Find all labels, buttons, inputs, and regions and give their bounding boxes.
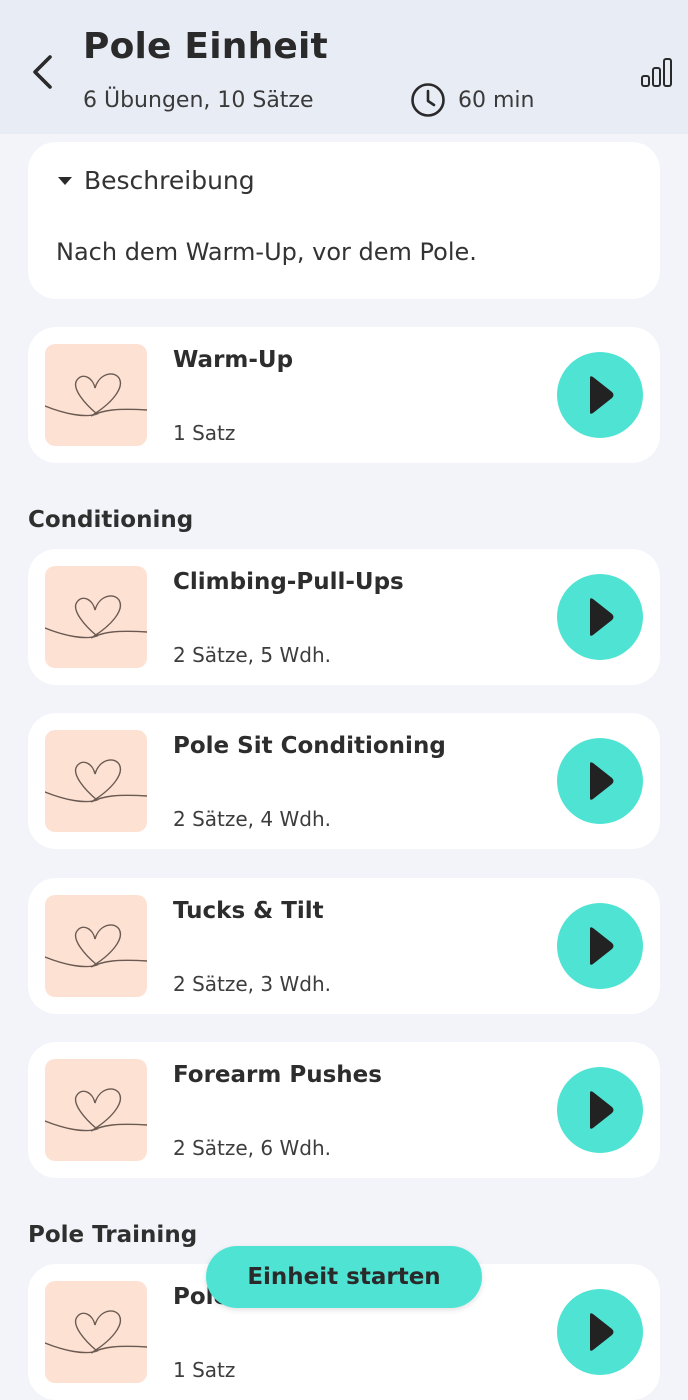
exercise-meta: 1 Satz (173, 1358, 236, 1382)
heart-line-icon (45, 1088, 147, 1132)
chevron-left-icon (33, 55, 52, 89)
exercise-card-tucks-and-tilt[interactable]: Tucks & Tilt 2 Sätze, 3 Wdh. (28, 878, 660, 1014)
heart-line-icon (45, 373, 147, 417)
header: Pole Einheit 6 Übungen, 10 Sätze 60 min (0, 0, 688, 134)
exercise-name: Warm-Up (173, 347, 294, 373)
play-icon (590, 927, 614, 965)
play-button[interactable] (557, 738, 643, 824)
play-button[interactable] (557, 1289, 643, 1375)
start-workout-button[interactable]: Einheit starten (206, 1246, 482, 1308)
exercise-card-forearm-pushes[interactable]: Forearm Pushes 2 Sätze, 6 Wdh. (28, 1042, 660, 1178)
exercise-meta: 2 Sätze, 6 Wdh. (173, 1136, 331, 1160)
heart-line-icon (45, 759, 147, 803)
exercise-thumbnail (45, 1059, 147, 1161)
back-button[interactable] (22, 50, 62, 94)
exercise-thumbnail (45, 566, 147, 668)
level-button[interactable] (640, 56, 674, 90)
play-button[interactable] (557, 574, 643, 660)
workout-summary: 6 Übungen, 10 Sätze (83, 88, 314, 113)
exercise-name: Forearm Pushes (173, 1062, 382, 1088)
description-toggle[interactable]: Beschreibung (56, 166, 255, 195)
exercise-name: Pole Sit Conditioning (173, 733, 446, 759)
play-icon (590, 598, 614, 636)
exercise-card-climbing-pull-ups[interactable]: Climbing-Pull-Ups 2 Sätze, 5 Wdh. (28, 549, 660, 685)
duration-text: 60 min (458, 87, 535, 113)
play-button[interactable] (557, 903, 643, 989)
description-text: Nach dem Warm-Up, vor dem Pole. (56, 238, 477, 266)
duration-info: 60 min (410, 82, 534, 118)
play-icon (590, 762, 614, 800)
description-label: Beschreibung (84, 166, 255, 195)
play-button[interactable] (557, 1067, 643, 1153)
exercise-name: Tucks & Tilt (173, 898, 324, 924)
exercise-thumbnail (45, 344, 147, 446)
exercise-thumbnail (45, 1281, 147, 1383)
play-icon (590, 1313, 614, 1351)
caret-down-icon (58, 176, 72, 185)
exercise-meta: 2 Sätze, 3 Wdh. (173, 972, 331, 996)
heart-line-icon (45, 1310, 147, 1354)
exercise-meta: 2 Sätze, 5 Wdh. (173, 643, 331, 667)
exercise-card-warm-up[interactable]: Warm-Up 1 Satz (28, 327, 660, 463)
play-icon (590, 376, 614, 414)
exercise-meta: 2 Sätze, 4 Wdh. (173, 807, 331, 831)
clock-icon (411, 83, 445, 117)
workout-detail-screen: Pole Einheit 6 Übungen, 10 Sätze 60 min … (0, 0, 688, 1400)
section-title-pole-training: Pole Training (28, 1222, 198, 1248)
exercise-thumbnail (45, 730, 147, 832)
signal-bars-icon (641, 58, 672, 87)
exercise-meta: 1 Satz (173, 421, 236, 445)
exercise-name: Climbing-Pull-Ups (173, 569, 404, 595)
play-button[interactable] (557, 352, 643, 438)
exercise-thumbnail (45, 895, 147, 997)
exercise-card-pole-sit-conditioning[interactable]: Pole Sit Conditioning 2 Sätze, 4 Wdh. (28, 713, 660, 849)
heart-line-icon (45, 924, 147, 968)
section-title-conditioning: Conditioning (28, 507, 194, 533)
play-icon (590, 1091, 614, 1129)
heart-line-icon (45, 595, 147, 639)
page-title: Pole Einheit (83, 26, 328, 67)
description-card: Beschreibung Nach dem Warm-Up, vor dem P… (28, 142, 660, 299)
